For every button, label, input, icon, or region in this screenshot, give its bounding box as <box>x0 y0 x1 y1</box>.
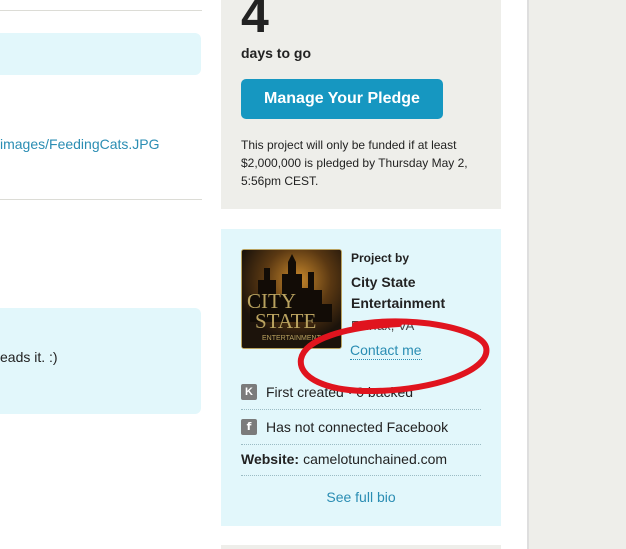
next-panel-edge <box>221 545 501 549</box>
comment-text: eads it. :) <box>0 349 58 365</box>
creator-location: Fairfax, VA <box>351 318 415 333</box>
creator-panel: CITY STATE ENTERTAINMENT Project by City… <box>221 229 501 526</box>
kickstarter-icon: K <box>241 384 257 400</box>
manage-pledge-button[interactable]: Manage Your Pledge <box>241 79 443 119</box>
first-created-row: K First created · 0 backed <box>241 375 481 410</box>
website-link[interactable]: camelotunchained.com <box>303 451 447 467</box>
logo-text-entertainment: ENTERTAINMENT <box>262 335 322 342</box>
see-full-bio-link[interactable]: See full bio <box>221 489 501 505</box>
facebook-text: Has not connected Facebook <box>266 419 449 435</box>
pledge-status-panel: 4 days to go Manage Your Pledge This pro… <box>221 0 501 209</box>
logo-text-state: STATE <box>255 309 316 333</box>
image-link[interactable]: images/FeedingCats.JPG <box>0 136 160 152</box>
page-gutter <box>529 0 626 549</box>
first-created-text: First created · 0 backed <box>266 384 414 400</box>
facebook-icon: f <box>241 419 257 435</box>
divider <box>0 199 202 200</box>
funding-note: This project will only be funded if at l… <box>241 138 468 188</box>
website-row: Website: camelotunchained.com <box>241 443 481 476</box>
project-by-label: Project by <box>351 251 410 265</box>
days-remaining-label: days to go <box>241 45 312 61</box>
website-label: Website: <box>241 451 300 467</box>
contact-me-link[interactable]: Contact me <box>350 342 422 360</box>
facebook-row: f Has not connected Facebook <box>241 410 481 445</box>
info-banner <box>0 33 201 75</box>
creator-name[interactable]: City State Entertainment <box>351 272 491 314</box>
days-remaining-count: 4 <box>241 0 269 43</box>
creator-avatar[interactable]: CITY STATE ENTERTAINMENT <box>241 249 342 349</box>
divider <box>0 10 202 11</box>
main-content-column: images/FeedingCats.JPG eads it. :) <box>0 0 202 549</box>
